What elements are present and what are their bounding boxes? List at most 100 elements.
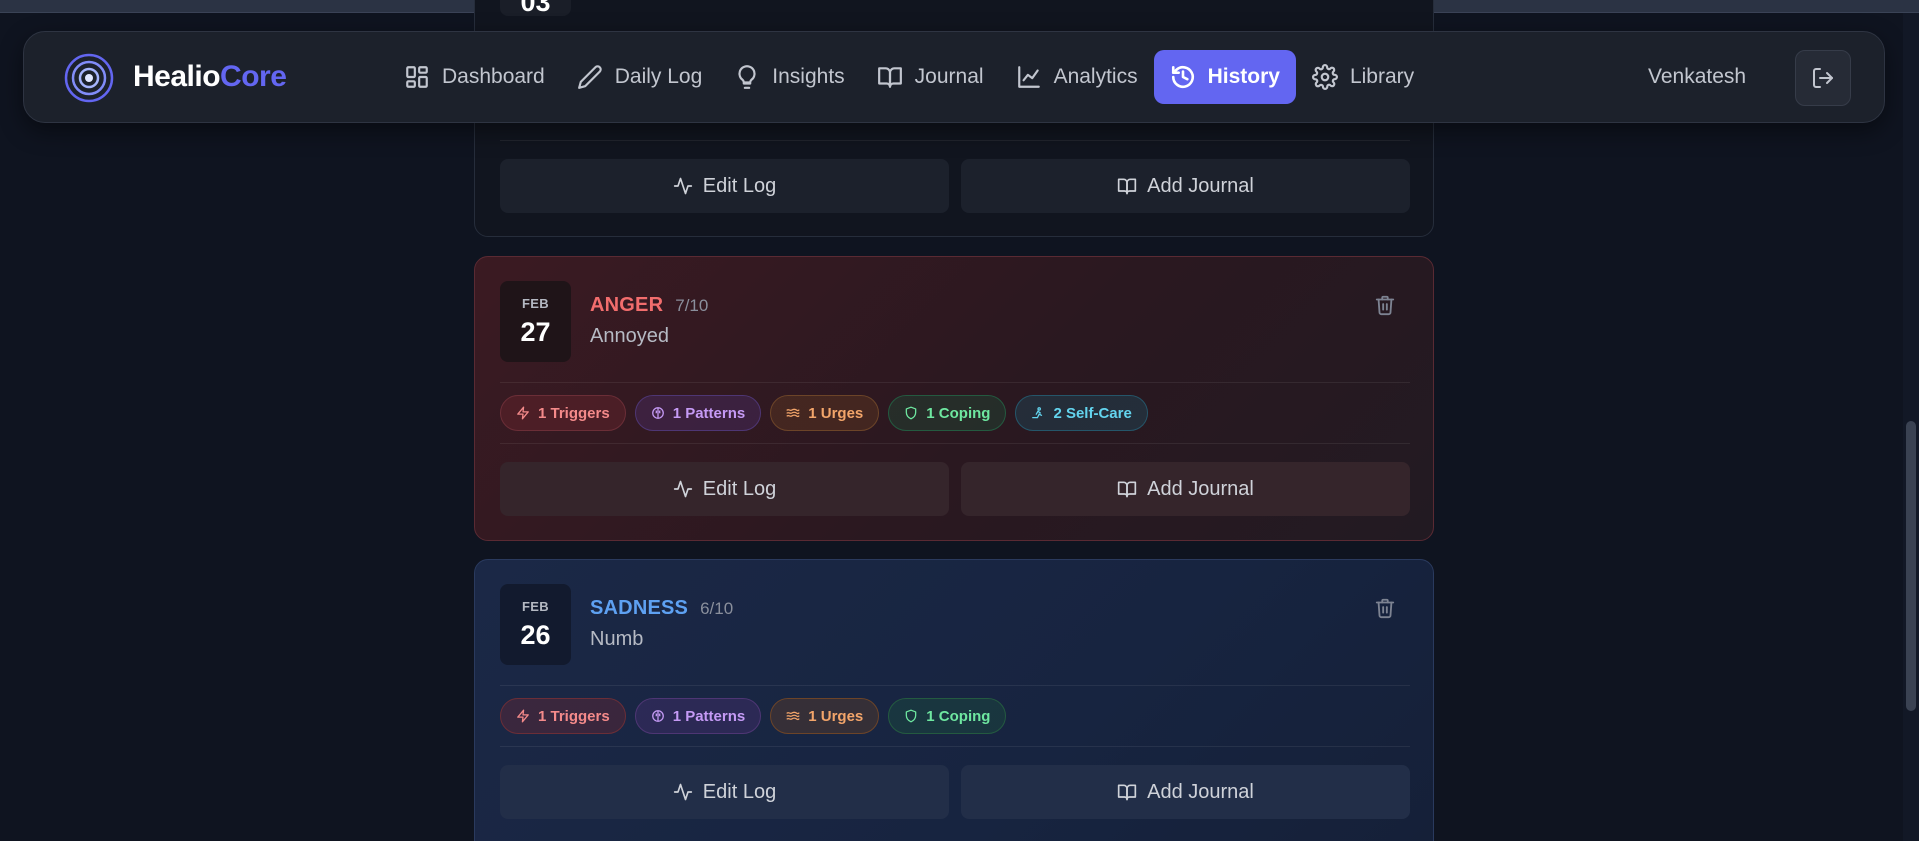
entry-actions: Edit Log Add Journal (500, 765, 1410, 819)
edit-log-label: Edit Log (702, 477, 777, 500)
activity-icon (673, 783, 692, 801)
coping-chip[interactable]: 1 Coping (888, 395, 1007, 431)
patterns-chip[interactable]: 1 Patterns (634, 698, 762, 734)
date-badge: FEB 26 (500, 584, 571, 665)
edit-log-button[interactable]: Edit Log (500, 462, 949, 516)
chip-label: 1 Urges (808, 404, 864, 422)
feeling-label: Numb (590, 628, 644, 650)
date-badge: 03 (500, 0, 571, 16)
brand-part-1: Healio (133, 60, 221, 93)
dashboard-icon (406, 66, 428, 88)
nav-item-insights[interactable]: Insights (718, 50, 860, 104)
date-day: 03 (520, 0, 551, 17)
self-care-icon (1032, 407, 1043, 419)
nav-item-journal[interactable]: Journal (861, 50, 1000, 104)
chip-row: 1 Triggers 1 Patterns 1 Urges 1 Coping 2… (500, 395, 1148, 431)
chip-label: 1 Triggers (538, 707, 610, 725)
entry-actions: Edit Log Add Journal (500, 159, 1410, 213)
emotion-name: SADNESS (590, 597, 689, 619)
nav-label: Insights (772, 65, 845, 88)
patterns-chip[interactable]: 1 Patterns (634, 395, 762, 431)
logo-icon[interactable] (64, 53, 114, 103)
add-journal-button[interactable]: Add Journal (961, 159, 1410, 213)
urges-chip[interactable]: 1 Urges (770, 698, 880, 734)
book-icon (877, 67, 902, 88)
book-open-icon (1117, 178, 1137, 195)
divider (500, 443, 1410, 444)
top-navigation: HealioCore Dashboard Daily Log Insights … (23, 31, 1885, 123)
book-open-icon (1117, 784, 1137, 801)
nav-label: Daily Log (614, 65, 703, 88)
triggers-chip[interactable]: 1 Triggers (500, 698, 626, 734)
lightning-icon (517, 406, 529, 420)
lightbulb-icon (738, 65, 756, 89)
nav-item-daily-log[interactable]: Daily Log (561, 50, 719, 104)
date-badge: FEB 27 (500, 281, 571, 362)
date-day: 27 (520, 316, 551, 347)
nav-item-library[interactable]: Library (1296, 50, 1430, 104)
divider (500, 685, 1410, 686)
emotion-line: ANGER 7/10 (590, 294, 708, 317)
nav-label: Library (1349, 65, 1415, 88)
brand-part-2: Core (220, 60, 287, 93)
trash-icon[interactable] (1374, 293, 1396, 317)
chip-row: 1 Triggers 1 Patterns 1 Urges 1 Coping (500, 698, 1007, 734)
waves-icon (786, 711, 800, 721)
brand-name[interactable]: HealioCore (133, 60, 287, 94)
intensity-score: 7/10 (675, 296, 709, 315)
divider (500, 382, 1410, 383)
chip-label: 1 Triggers (538, 404, 610, 422)
date-month: FEB (522, 295, 549, 311)
edit-log-label: Edit Log (702, 780, 777, 803)
add-journal-label: Add Journal (1147, 780, 1254, 803)
brain-icon (651, 407, 664, 419)
edit-log-button[interactable]: Edit Log (500, 765, 949, 819)
username[interactable]: Venkatesh (1648, 65, 1746, 89)
nav-item-history[interactable]: History (1153, 50, 1296, 104)
nav-item-dashboard[interactable]: Dashboard (388, 50, 561, 104)
nav-label: Analytics (1053, 65, 1138, 88)
coping-chip[interactable]: 1 Coping (888, 698, 1007, 734)
date-day: 26 (520, 619, 551, 650)
nav-label: History (1207, 65, 1280, 88)
line-chart-icon (1017, 66, 1040, 88)
divider (500, 140, 1410, 141)
entry-actions: Edit Log Add Journal (500, 462, 1410, 516)
chip-label: 1 Coping (926, 707, 991, 725)
urges-chip[interactable]: 1 Urges (770, 395, 880, 431)
intensity-score: 6/10 (700, 599, 734, 618)
logout-icon (1813, 68, 1833, 88)
shield-icon (905, 709, 917, 723)
add-journal-label: Add Journal (1147, 174, 1254, 197)
brain-icon (651, 710, 664, 722)
nav-item-analytics[interactable]: Analytics (1000, 50, 1154, 104)
logout-button[interactable] (1795, 50, 1851, 106)
add-journal-label: Add Journal (1147, 477, 1254, 500)
feeling-label: Annoyed (590, 325, 669, 347)
history-entry-card: FEB 27 ANGER 7/10 Annoyed 1 Triggers 1 P… (474, 256, 1434, 541)
history-icon (1171, 65, 1194, 89)
chip-label: 2 Self-Care (1053, 404, 1132, 422)
date-month: FEB (522, 598, 549, 614)
edit-log-label: Edit Log (702, 174, 777, 197)
trash-icon[interactable] (1374, 596, 1396, 620)
chip-label: 1 Coping (926, 404, 991, 422)
scrollbar-thumb[interactable] (1906, 421, 1916, 711)
chip-label: 1 Urges (808, 707, 864, 725)
book-open-icon (1117, 481, 1137, 498)
shield-icon (905, 406, 917, 420)
selfcare-chip[interactable]: 2 Self-Care (1015, 395, 1148, 431)
emotion-line: SADNESS 6/10 (590, 597, 733, 620)
activity-icon (673, 177, 692, 195)
add-journal-button[interactable]: Add Journal (961, 462, 1410, 516)
add-journal-button[interactable]: Add Journal (961, 765, 1410, 819)
waves-icon (786, 408, 800, 418)
chip-label: 1 Patterns (672, 707, 746, 725)
nav-label: Journal (914, 65, 984, 88)
triggers-chip[interactable]: 1 Triggers (500, 395, 626, 431)
gear-icon (1311, 64, 1338, 90)
chip-label: 1 Patterns (672, 404, 746, 422)
vertical-scrollbar[interactable] (1903, 13, 1919, 841)
activity-icon (673, 480, 692, 498)
edit-log-button[interactable]: Edit Log (500, 159, 949, 213)
